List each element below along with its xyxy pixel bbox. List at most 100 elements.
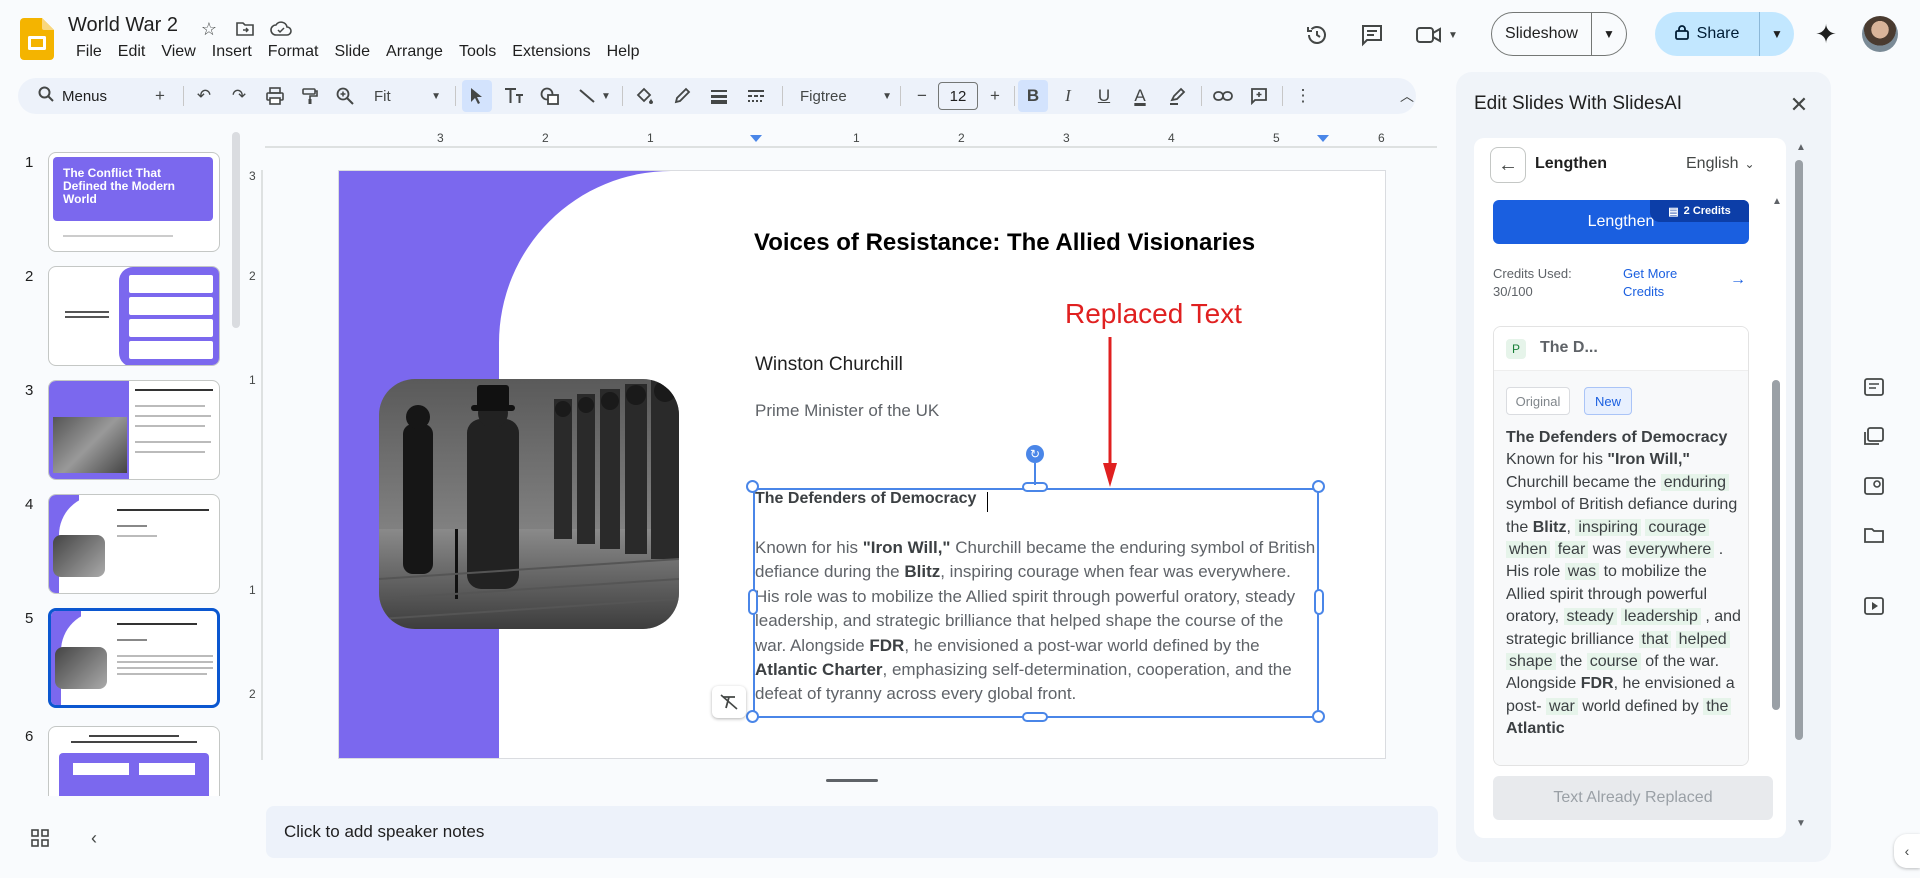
replaced-text-callout[interactable]: Replaced Text — [1065, 298, 1242, 330]
redo-icon[interactable]: ↷ — [224, 80, 254, 112]
menu-edit[interactable]: Edit — [112, 42, 152, 62]
share-dropdown-icon[interactable]: ▼ — [1760, 12, 1794, 56]
card-header[interactable]: P The D... — [1494, 327, 1748, 371]
slideshow-button[interactable]: Slideshow ▼ — [1491, 12, 1627, 56]
zoom-icon[interactable] — [330, 80, 360, 112]
resize-handle[interactable] — [746, 710, 759, 723]
inner-scroll-up-icon[interactable]: ▲ — [1772, 196, 1782, 207]
clear-formatting-icon[interactable] — [712, 686, 746, 718]
more-options-icon[interactable]: ⋮ — [1288, 80, 1318, 112]
slides-logo[interactable] — [20, 18, 54, 60]
menu-format[interactable]: Format — [262, 42, 325, 62]
menu-file[interactable]: File — [70, 42, 108, 62]
zoom-select[interactable]: Fit ▼ — [370, 81, 445, 111]
layouts-icon[interactable] — [1862, 424, 1886, 448]
resize-handle[interactable] — [746, 480, 759, 493]
shape-icon[interactable] — [535, 80, 565, 112]
highlight-color-icon[interactable] — [1162, 80, 1192, 112]
move-to-folder-icon[interactable] — [232, 16, 258, 42]
avatar[interactable] — [1862, 16, 1898, 52]
cloud-saved-icon[interactable] — [268, 16, 294, 42]
comments-icon[interactable] — [1355, 18, 1389, 52]
undo-icon[interactable]: ↶ — [189, 80, 219, 112]
slide-thumbnail-6[interactable] — [48, 726, 220, 796]
textbox-body[interactable]: Known for his "Iron Will," Churchill bec… — [755, 536, 1317, 707]
border-color-icon[interactable] — [667, 80, 697, 112]
document-title[interactable]: World War 2 — [68, 14, 178, 37]
rotate-handle-icon[interactable]: ↻ — [1026, 445, 1044, 463]
add-video-icon[interactable] — [1862, 594, 1886, 618]
arrow-right-icon[interactable]: → — [1730, 271, 1746, 289]
resize-handle[interactable] — [1314, 589, 1324, 615]
menu-slide[interactable]: Slide — [328, 42, 376, 62]
callout-arrow-icon[interactable] — [1103, 337, 1117, 487]
tab-original[interactable]: Original — [1506, 387, 1570, 415]
get-more-credits-link[interactable]: Get More Credits — [1623, 265, 1713, 301]
fill-color-icon[interactable] — [630, 80, 660, 112]
slide-title[interactable]: Voices of Resistance: The Allied Visiona… — [754, 229, 1255, 257]
language-select[interactable]: English ⌄ — [1686, 155, 1755, 173]
meet-call-icon[interactable]: ▼ — [1410, 18, 1464, 52]
person-role[interactable]: Prime Minister of the UK — [755, 401, 939, 421]
text-color-icon[interactable]: A — [1125, 80, 1155, 112]
resize-handle[interactable] — [1312, 480, 1325, 493]
side-panel-scrollbar[interactable]: ▲ ▼ — [1793, 142, 1806, 832]
vertical-ruler[interactable]: 3 2 1 1 2 — [245, 170, 263, 760]
person-name[interactable]: Winston Churchill — [755, 354, 903, 376]
slide-thumbnail-1[interactable]: The Conflict That Defined the Modern Wor… — [48, 152, 220, 252]
text-box-icon[interactable] — [499, 80, 529, 112]
slidesai-addon-icon[interactable] — [1862, 474, 1886, 498]
slideshow-label[interactable]: Slideshow — [1492, 13, 1592, 55]
bold-icon[interactable]: B — [1018, 80, 1048, 112]
border-dash-icon[interactable] — [741, 80, 771, 112]
text-already-replaced-button[interactable]: Text Already Replaced — [1493, 776, 1773, 820]
slide-thumbnail-5[interactable] — [48, 608, 220, 708]
back-arrow-icon[interactable]: ← — [1490, 147, 1526, 183]
filmstrip-scrollbar[interactable] — [232, 132, 240, 328]
notes-resize-handle[interactable] — [826, 779, 878, 782]
share-button[interactable]: Share ▼ — [1655, 12, 1794, 56]
churchill-photo[interactable] — [379, 379, 679, 629]
grid-view-icon[interactable] — [28, 826, 52, 850]
version-history-icon[interactable] — [1300, 18, 1334, 52]
search-menus[interactable]: Menus — [24, 81, 142, 111]
increase-font-size-icon[interactable]: + — [980, 80, 1010, 112]
insert-link-icon[interactable] — [1208, 80, 1238, 112]
slideshow-dropdown-icon[interactable]: ▼ — [1592, 13, 1626, 55]
collapse-toolbar-icon[interactable]: ︿ — [1392, 80, 1422, 112]
right-indent-marker[interactable] — [1317, 135, 1329, 142]
chevron-left-icon[interactable]: ‹ — [1894, 834, 1920, 868]
decrease-font-size-icon[interactable]: − — [907, 80, 937, 112]
textbox-heading[interactable]: The Defenders of Democracy — [755, 490, 976, 508]
folder-icon[interactable] — [1862, 523, 1886, 547]
underline-icon[interactable]: U — [1089, 80, 1119, 112]
menu-arrange[interactable]: Arrange — [380, 42, 449, 62]
menu-view[interactable]: View — [155, 42, 201, 62]
new-slide-icon[interactable]: + — [145, 80, 175, 112]
resize-handle[interactable] — [748, 589, 758, 615]
slide-thumbnail-4[interactable] — [48, 494, 220, 594]
menu-help[interactable]: Help — [601, 42, 646, 62]
menu-extensions[interactable]: Extensions — [506, 42, 596, 62]
slide-thumbnail-3[interactable] — [48, 380, 220, 480]
resize-handle[interactable] — [1312, 710, 1325, 723]
chevron-left-icon[interactable]: ‹ — [82, 826, 106, 850]
line-dropdown-icon[interactable]: ▼ — [598, 80, 614, 112]
resize-handle[interactable] — [1022, 712, 1048, 722]
speaker-notes[interactable]: Click to add speaker notes — [266, 806, 1438, 858]
keep-notes-icon[interactable] — [1862, 375, 1886, 399]
border-weight-icon[interactable] — [704, 80, 734, 112]
print-icon[interactable] — [260, 80, 290, 112]
gemini-icon[interactable]: ✦ — [1808, 16, 1844, 52]
select-cursor-icon[interactable] — [462, 80, 492, 112]
horizontal-ruler[interactable]: 3 2 1 1 2 3 4 5 6 — [265, 130, 1437, 148]
paint-format-icon[interactable] — [295, 80, 325, 112]
tab-new[interactable]: New — [1584, 387, 1632, 415]
star-icon[interactable]: ☆ — [196, 16, 222, 42]
selected-text-box[interactable]: The Defenders of Democracy Known for his… — [753, 488, 1319, 718]
font-select[interactable]: Figtree ▼ — [800, 81, 892, 111]
add-comment-icon[interactable] — [1244, 80, 1274, 112]
left-indent-marker[interactable] — [750, 135, 762, 142]
slide-thumbnail-2[interactable] — [48, 266, 220, 366]
font-size-input[interactable]: 12 — [938, 82, 978, 110]
